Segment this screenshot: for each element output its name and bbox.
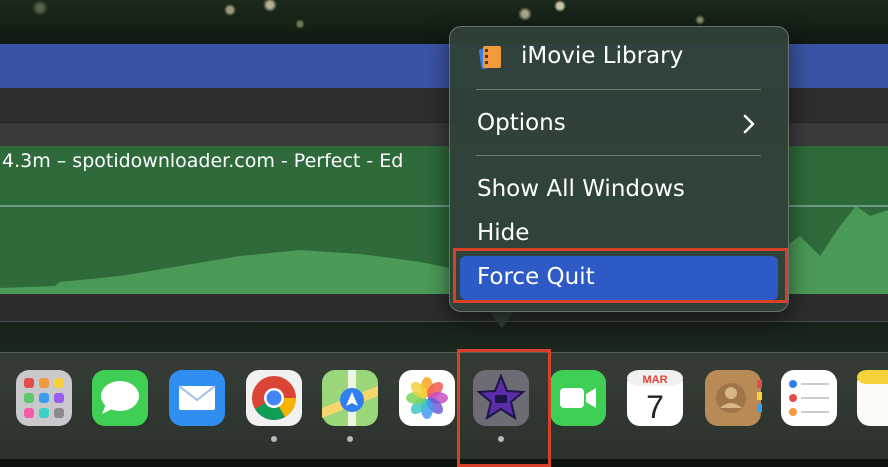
dock-app-mail[interactable] [167, 368, 227, 428]
chrome-icon [246, 370, 302, 426]
calendar-month: MAR [642, 374, 667, 386]
menu-item-imovie-library[interactable]: iMovie Library [521, 43, 683, 69]
chevron-right-icon [742, 113, 756, 139]
dock-app-launchpad[interactable] [14, 368, 74, 428]
photos-icon [399, 370, 455, 426]
notes-icon [857, 370, 888, 426]
menu-item-options[interactable]: Options [477, 110, 566, 136]
reminders-icon [781, 370, 837, 426]
imovie-dock-highlight-annotation [457, 349, 551, 467]
dock-app-maps[interactable] [320, 368, 380, 428]
dock-app-contacts[interactable] [703, 368, 763, 428]
calendar-day: 7 [646, 389, 664, 425]
menu-item-show-all-windows[interactable]: Show All Windows [477, 176, 685, 202]
menu-separator [476, 89, 761, 90]
menu-separator [476, 155, 761, 156]
audio-clip-title: 4.3m – spotidownloader.com - Perfect - E… [2, 150, 404, 172]
launchpad-icon [16, 370, 72, 426]
mail-icon [169, 370, 225, 426]
calendar-icon: MAR 7 [627, 370, 683, 426]
dock-app-messages[interactable] [90, 368, 150, 428]
contacts-icon [705, 370, 762, 426]
facetime-icon [550, 370, 606, 426]
dock-app-photos[interactable] [397, 368, 457, 428]
force-quit-highlight-annotation [453, 248, 788, 303]
dock-app-chrome[interactable] [244, 368, 304, 428]
dock-app-calendar[interactable]: MAR 7 [625, 368, 685, 428]
messages-icon [92, 370, 148, 426]
dock-app-facetime[interactable] [548, 368, 608, 428]
dock-running-indicator-maps [347, 436, 353, 442]
menu-item-hide[interactable]: Hide [477, 220, 529, 246]
maps-icon [322, 370, 378, 426]
dock-app-notes[interactable] [855, 368, 888, 428]
dock-running-indicator-chrome [271, 436, 277, 442]
imovie-library-icon [478, 44, 503, 74]
dock-app-reminders[interactable] [779, 368, 839, 428]
